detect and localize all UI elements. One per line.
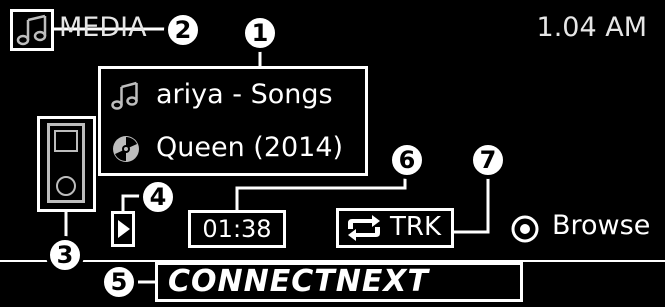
elapsed-time: 01:38 [188,210,286,248]
browse-button[interactable]: Browse [552,207,650,245]
music-note-icon [111,81,138,110]
media-player-wheel [56,176,76,196]
music-note-icon [16,14,47,46]
source-label: MEDIA [59,12,147,43]
track-title: ariya - Songs [156,79,333,110]
album-title: Queen (2014) [156,132,344,163]
callout-5: 5 [100,263,138,301]
disc-icon [113,136,139,162]
clock: 1.04 AM [536,12,647,43]
radio-dot-icon[interactable] [510,214,540,244]
repeat-mode-label: TRK [390,212,441,242]
media-player-screen [54,130,78,152]
brand-logo: CONNECTNEXT [168,264,429,299]
play-icon [118,220,130,238]
callout-6: 6 [388,141,426,179]
callout-4: 4 [139,178,177,216]
repeat-icon [348,215,380,241]
callout-1: 1 [241,14,279,52]
callout-7: 7 [469,141,507,179]
play-status[interactable] [111,211,135,247]
callout-2: 2 [164,11,202,49]
media-icon-frame[interactable] [10,9,54,51]
callout-3: 3 [46,236,84,274]
